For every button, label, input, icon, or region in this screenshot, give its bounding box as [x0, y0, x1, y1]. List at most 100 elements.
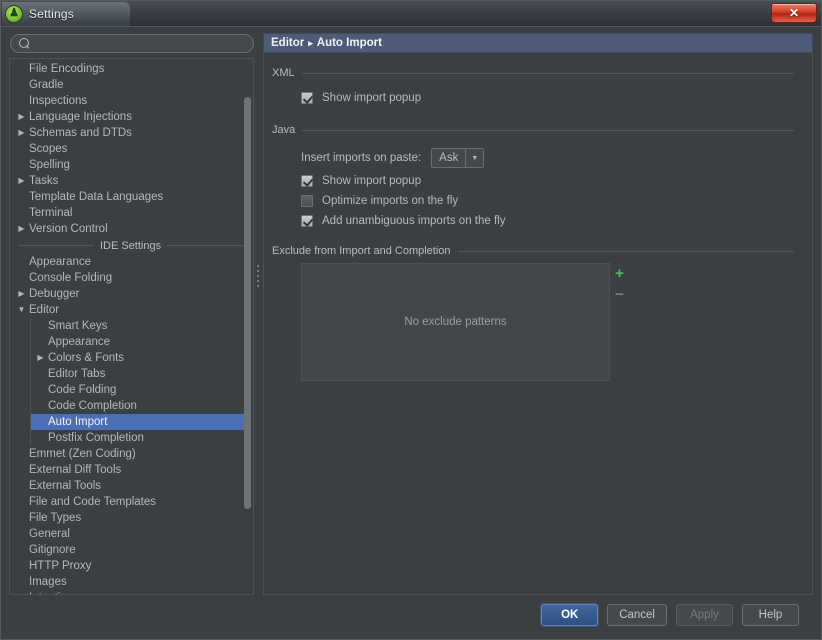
breadcrumb-leaf: Auto Import	[316, 37, 382, 49]
ok-button[interactable]: OK	[541, 604, 599, 626]
tree-spacer: ▶	[16, 546, 27, 554]
sidebar-item-label: File and Code Templates	[29, 496, 156, 508]
optimize-imports-label: Optimize imports on the fly	[322, 195, 459, 207]
settings-tree[interactable]: ▶File Encodings▶Gradle▶Inspections▶Langu…	[10, 59, 253, 594]
sidebar-item-intentions[interactable]: ▶Intentions	[10, 590, 253, 594]
chevron-right-icon[interactable]: ▶	[16, 177, 27, 185]
add-unambiguous-imports-checkbox[interactable]	[301, 215, 313, 227]
close-button[interactable]: ✕	[771, 3, 817, 23]
settings-tree-container: ▶File Encodings▶Gradle▶Inspections▶Langu…	[9, 58, 254, 595]
add-icon[interactable]: +	[612, 265, 628, 281]
sidebar-item-file-encodings[interactable]: ▶File Encodings	[10, 61, 253, 77]
ide-settings-group-top: ▶Appearance▶Console Folding▶Debugger	[10, 254, 253, 302]
exclude-patterns-list[interactable]: No exclude patterns	[301, 263, 610, 381]
sidebar-item-terminal[interactable]: ▶Terminal	[10, 205, 253, 221]
chevron-down-icon[interactable]: ▼	[465, 149, 483, 167]
sidebar-item-auto-import[interactable]: ▶Auto Import	[31, 414, 246, 430]
sidebar-item-version-control[interactable]: ▶ Version Control	[10, 221, 253, 237]
sidebar-item-spelling[interactable]: ▶Spelling	[10, 157, 253, 173]
exclude-toolbar: + −	[610, 263, 629, 381]
ide-settings-label: IDE Settings	[99, 239, 162, 252]
search-input[interactable]	[35, 37, 245, 50]
sidebar-item-code-folding[interactable]: ▶Code Folding	[31, 382, 246, 398]
optimize-imports-checkbox[interactable]	[301, 195, 313, 207]
sidebar-item-colors-fonts[interactable]: ▶ Colors & Fonts	[31, 350, 246, 366]
sidebar-item-inspections[interactable]: ▶Inspections	[10, 93, 253, 109]
panel-splitter[interactable]	[254, 33, 263, 595]
sidebar-item-template-data-languages[interactable]: ▶Template Data Languages	[10, 189, 253, 205]
android-glyph: ♟	[9, 7, 19, 19]
sidebar-item-emmet-zen-coding[interactable]: ▶Emmet (Zen Coding)	[10, 446, 253, 462]
sidebar-item-file-and-code-templates[interactable]: ▶File and Code Templates	[10, 494, 253, 510]
sidebar-item-label: General	[29, 528, 70, 540]
sidebar-item-postfix-completion[interactable]: ▶Postfix Completion	[31, 430, 246, 446]
tree-spacer: ▶	[16, 274, 27, 282]
sidebar-item-file-types[interactable]: ▶File Types	[10, 510, 253, 526]
sidebar-item-editor-tabs[interactable]: ▶Editor Tabs	[31, 366, 246, 382]
xml-show-import-popup-checkbox[interactable]	[301, 92, 313, 104]
xml-show-import-popup-row[interactable]: Show import popup	[272, 88, 794, 108]
breadcrumb-separator-icon: ▸	[308, 37, 313, 48]
sidebar-item-gitignore[interactable]: ▶Gitignore	[10, 542, 253, 558]
search-icon	[19, 38, 30, 49]
sidebar-item-label: Code Folding	[48, 384, 117, 396]
sidebar-item-appearance[interactable]: ▶Appearance	[31, 334, 246, 350]
chevron-right-icon[interactable]: ▶	[16, 225, 27, 233]
chevron-right-icon[interactable]: ▶	[35, 354, 46, 362]
chevron-right-icon[interactable]: ▶	[16, 129, 27, 137]
cancel-button[interactable]: Cancel	[607, 604, 667, 626]
sidebar-item-label: Intentions	[27, 592, 79, 594]
sidebar-item-label: Tasks	[29, 175, 59, 187]
editor-children-group: ▶Smart Keys▶Appearance▶Colors & Fonts▶Ed…	[30, 318, 247, 446]
splitter-grip-icon	[257, 265, 261, 290]
ide-settings-separator: IDE Settings	[10, 237, 253, 254]
sidebar-scrollbar-thumb[interactable]	[244, 97, 251, 509]
search-container	[9, 33, 254, 58]
chevron-down-icon[interactable]: ▼	[16, 306, 27, 314]
sidebar-item-external-tools[interactable]: ▶External Tools	[10, 478, 253, 494]
tree-spacer: ▶	[16, 498, 27, 506]
add-unambiguous-imports-label: Add unambiguous imports on the fly	[322, 215, 506, 227]
panel-body: XML Show import popup Java Insert import…	[263, 53, 813, 595]
tree-spacer: ▶	[16, 258, 27, 266]
tree-spacer: ▶	[16, 578, 27, 586]
sidebar-item-code-completion[interactable]: ▶Code Completion	[31, 398, 246, 414]
sidebar-item-tasks[interactable]: ▶ Tasks	[10, 173, 253, 189]
sidebar-item-gradle[interactable]: ▶Gradle	[10, 77, 253, 93]
insert-imports-row: Insert imports on paste: Ask ▼	[272, 145, 794, 171]
chevron-right-icon[interactable]: ▶	[16, 290, 27, 298]
sidebar-item-scopes[interactable]: ▶Scopes	[10, 141, 253, 157]
project-settings-group: ▶File Encodings▶Gradle▶Inspections▶Langu…	[10, 61, 253, 237]
optimize-imports-row[interactable]: Optimize imports on the fly	[272, 191, 794, 211]
sidebar-item-images[interactable]: ▶Images	[10, 574, 253, 590]
sidebar-item-smart-keys[interactable]: ▶Smart Keys	[31, 318, 246, 334]
sidebar-item-general[interactable]: ▶General	[10, 526, 253, 542]
sidebar-item-debugger[interactable]: ▶ Debugger	[10, 286, 253, 302]
breadcrumb-root: Editor	[271, 37, 305, 49]
sidebar-item-language-injections[interactable]: ▶ Language Injections	[10, 109, 253, 125]
tree-spacer: ▶	[35, 386, 46, 394]
sidebar-item-label: External Tools	[29, 480, 102, 492]
sidebar-item-label: Spelling	[29, 159, 70, 171]
sidebar-item-http-proxy[interactable]: ▶HTTP Proxy	[10, 558, 253, 574]
sidebar-item-appearance[interactable]: ▶Appearance	[10, 254, 253, 270]
xml-group-line	[301, 72, 794, 74]
close-icon: ✕	[788, 6, 800, 20]
sidebar-item-label: Template Data Languages	[29, 191, 164, 203]
add-unambiguous-imports-row[interactable]: Add unambiguous imports on the fly	[272, 211, 794, 231]
sidebar-item-external-diff-tools[interactable]: ▶External Diff Tools	[10, 462, 253, 478]
tree-spacer: ▶	[16, 81, 27, 89]
sidebar-item-console-folding[interactable]: ▶Console Folding	[10, 270, 253, 286]
chevron-right-icon[interactable]: ▶	[16, 113, 27, 121]
remove-icon[interactable]: −	[612, 286, 628, 302]
title-bar: ♟ Settings ✕	[1, 1, 821, 27]
sidebar-item-label: Gitignore	[29, 544, 76, 556]
sidebar-item-schemas-and-dtds[interactable]: ▶ Schemas and DTDs	[10, 125, 253, 141]
insert-imports-select[interactable]: Ask ▼	[431, 148, 485, 168]
java-show-import-popup-checkbox[interactable]	[301, 175, 313, 187]
tree-spacer: ▶	[35, 402, 46, 410]
sidebar-item-editor[interactable]: ▼ Editor	[10, 302, 253, 318]
help-button[interactable]: Help	[742, 604, 799, 626]
java-show-import-popup-row[interactable]: Show import popup	[272, 171, 794, 191]
search-box[interactable]	[10, 34, 254, 53]
